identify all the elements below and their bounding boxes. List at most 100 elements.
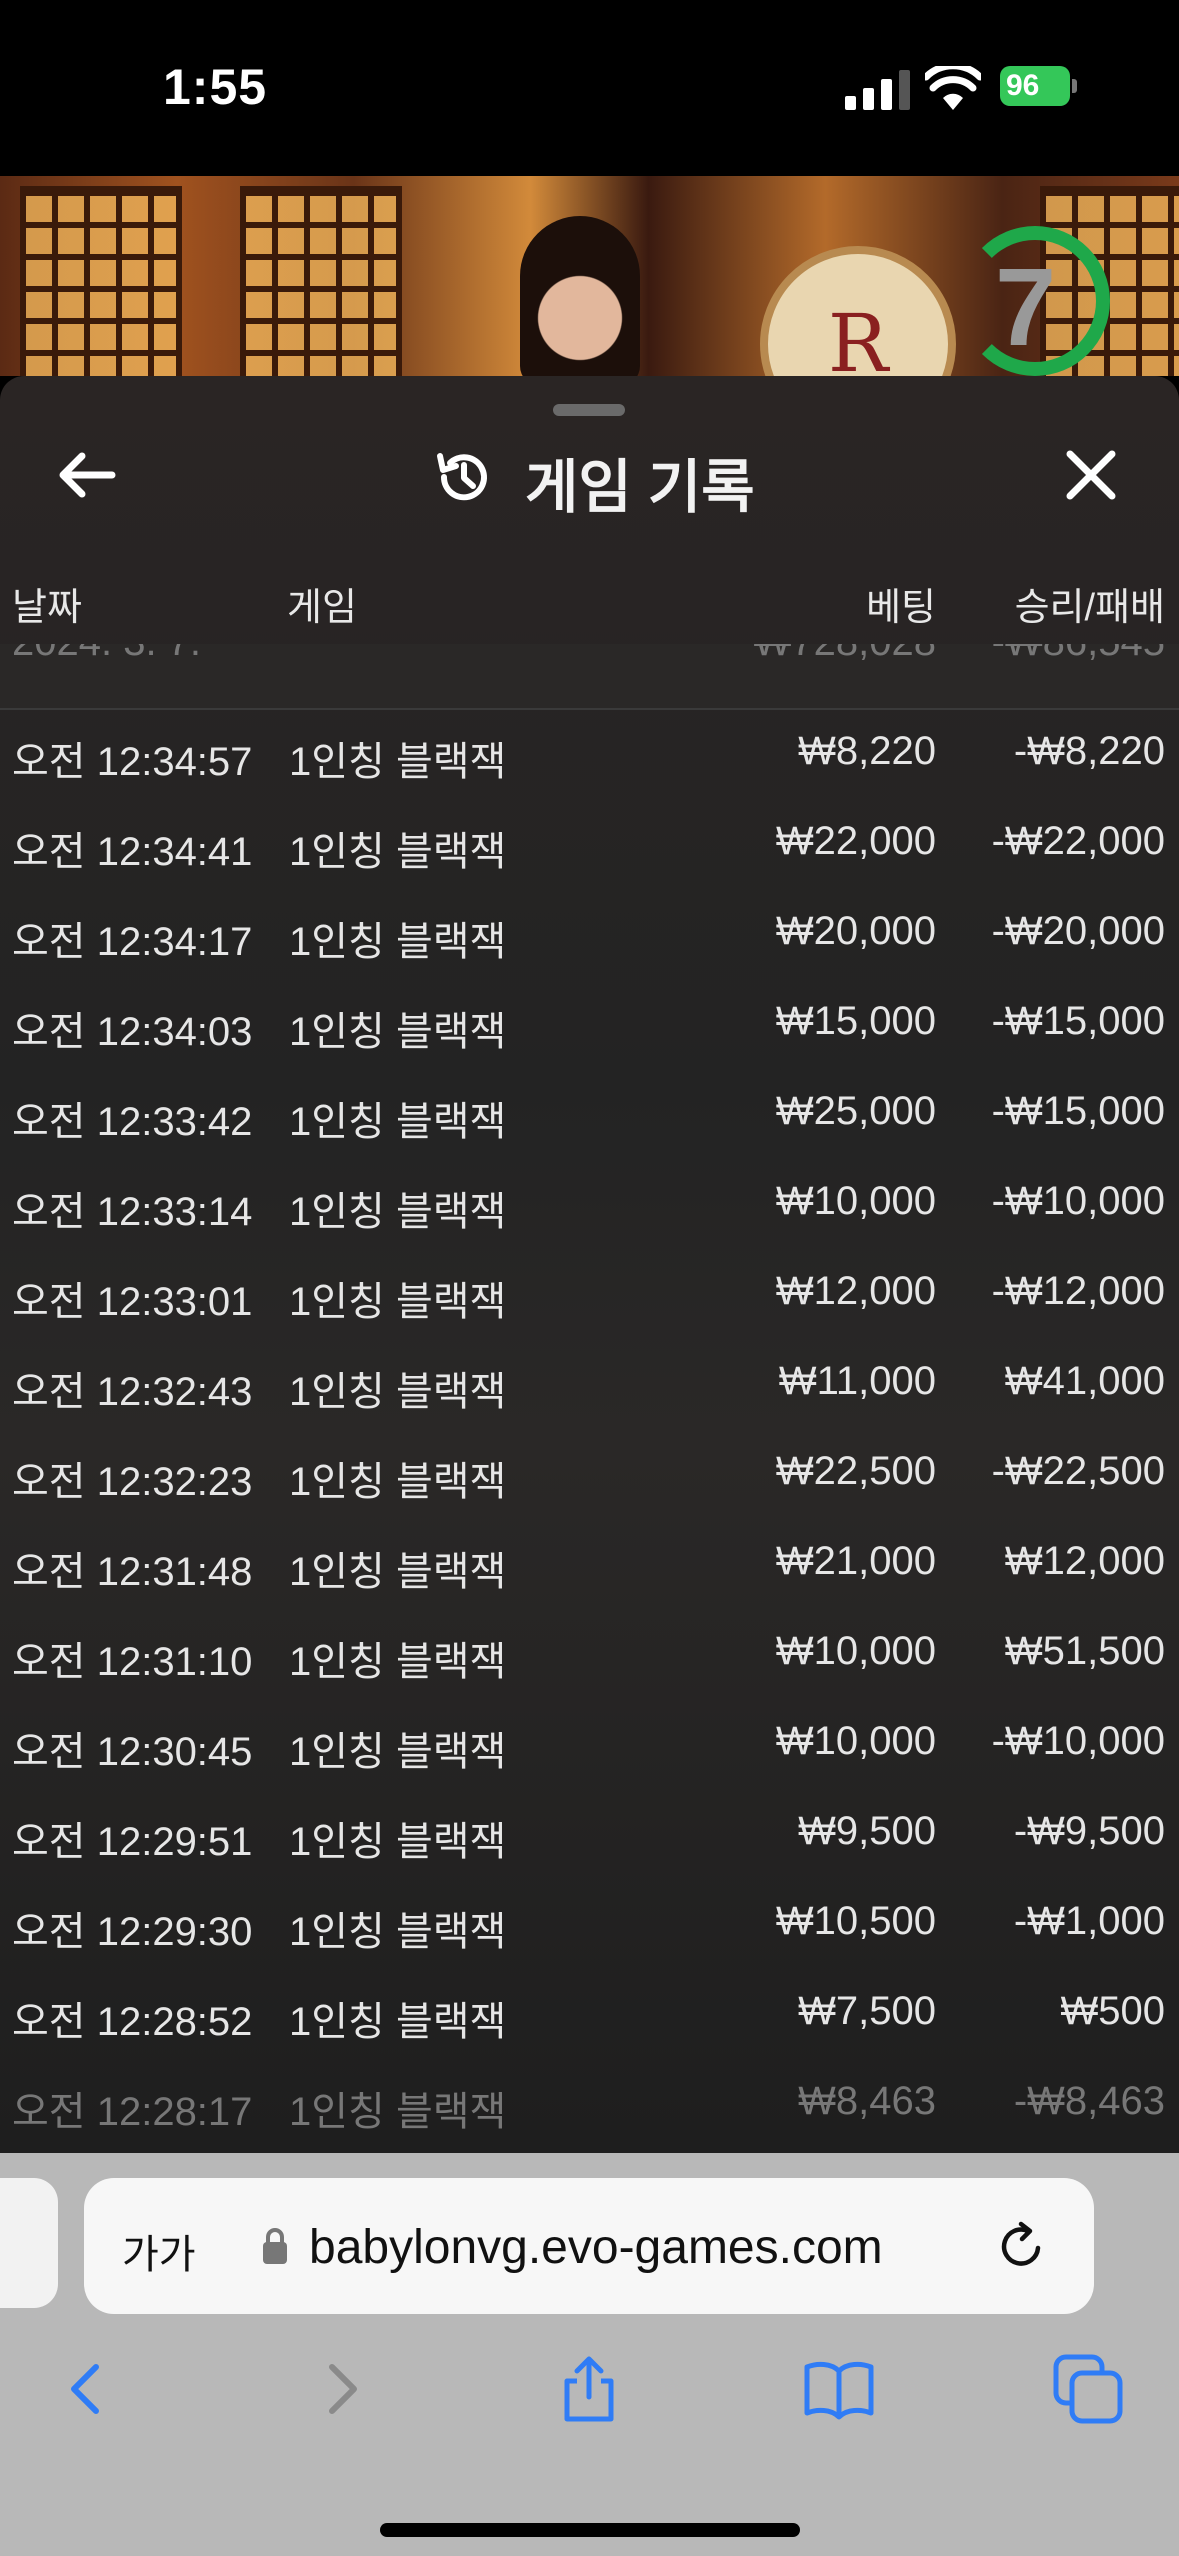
row-result: ₩51,500	[1004, 1629, 1165, 1673]
summary-result-total: -₩86,545	[992, 644, 1165, 665]
row-time: 오전 12:34:41	[12, 830, 253, 874]
table-row[interactable]: 오전 12:33:14 1인칭 블랙잭 ₩10,000 -₩10,000	[0, 1157, 1179, 1247]
row-bet: ₩22,000	[775, 819, 936, 863]
row-result: ₩12,000	[1004, 1539, 1165, 1583]
back-nav-icon[interactable]	[52, 2353, 124, 2425]
row-result: -₩10,000	[991, 1179, 1165, 1223]
table-row[interactable]: 오전 12:30:45 1인칭 블랙잭 ₩10,000 -₩10,000	[0, 1697, 1179, 1787]
table-row[interactable]: 오전 12:28:52 1인칭 블랙잭 ₩7,500 ₩500	[0, 1967, 1179, 2057]
row-game: 1인칭 블랙잭	[289, 740, 507, 784]
table-row[interactable]: 오전 12:34:03 1인칭 블랙잭 ₩15,000 -₩15,000	[0, 977, 1179, 1067]
reload-icon[interactable]	[994, 2218, 1050, 2274]
table-row[interactable]: 오전 12:34:41 1인칭 블랙잭 ₩22,000 -₩22,000	[0, 797, 1179, 887]
row-result: ₩500	[1060, 1989, 1166, 2033]
row-result: -₩9,500	[1013, 1809, 1165, 1853]
reader-settings-button[interactable]: 가가	[122, 2222, 196, 2280]
table-row[interactable]: 오전 12:32:23 1인칭 블랙잭 ₩22,500 -₩22,500	[0, 1427, 1179, 1517]
summary-bet-total: ₩728,028	[754, 644, 936, 665]
row-result: -₩10,000	[991, 1719, 1165, 1763]
table-row[interactable]: 오전 12:34:57 1인칭 블랙잭 ₩8,220 -₩8,220	[0, 707, 1179, 797]
row-time: 오전 12:31:48	[12, 1550, 253, 1594]
row-result: -₩12,000	[991, 1269, 1165, 1313]
row-game: 1인칭 블랙잭	[289, 1730, 507, 1774]
share-icon[interactable]	[553, 2353, 625, 2425]
battery-level: 96	[1000, 66, 1070, 106]
lock-icon	[263, 2228, 287, 2264]
decor-lattice	[240, 186, 402, 376]
row-result: -₩1,000	[1013, 1899, 1165, 1943]
table-row[interactable]: 오전 12:31:10 1인칭 블랙잭 ₩10,000 ₩51,500	[0, 1607, 1179, 1697]
column-header-date[interactable]: 날짜	[12, 576, 82, 631]
row-result: -₩22,000	[991, 819, 1165, 863]
table-row[interactable]: 오전 12:33:42 1인칭 블랙잭 ₩25,000 -₩15,000	[0, 1067, 1179, 1157]
status-bar: 1:55 96	[0, 0, 1179, 176]
live-video-feed[interactable]: R 7	[0, 176, 1179, 376]
row-bet: ₩12,000	[775, 1269, 936, 1313]
row-bet: ₩11,000	[778, 1359, 936, 1403]
row-result: -₩20,000	[991, 909, 1165, 953]
dealer-figure	[520, 216, 640, 376]
row-game: 1인칭 블랙잭	[289, 1910, 507, 1954]
row-time: 오전 12:29:51	[12, 1820, 253, 1864]
table-row[interactable]: 오전 12:34:17 1인칭 블랙잭 ₩20,000 -₩20,000	[0, 887, 1179, 977]
home-indicator[interactable]	[380, 2523, 800, 2537]
history-icon	[437, 453, 487, 501]
sheet-grabber[interactable]	[553, 404, 625, 416]
address-bar[interactable]: 가가 babylonvg.evo-games.com	[84, 2178, 1094, 2314]
wifi-icon	[925, 66, 981, 110]
browser-toolbar: 가가 babylonvg.evo-games.com	[0, 2153, 1179, 2556]
row-time: 오전 12:33:14	[12, 1190, 253, 1234]
table-row[interactable]: 오전 12:32:43 1인칭 블랙잭 ₩11,000 ₩41,000	[0, 1337, 1179, 1427]
row-bet: ₩10,000	[775, 1719, 936, 1763]
table-row[interactable]: 오전 12:33:01 1인칭 블랙잭 ₩12,000 -₩12,000	[0, 1247, 1179, 1337]
date-summary-row[interactable]: 2024. 3. 7. ₩728,028 -₩86,545	[0, 644, 1179, 710]
row-time: 오전 12:34:17	[12, 920, 253, 964]
row-time: 오전 12:28:52	[12, 2000, 253, 2044]
row-game: 1인칭 블랙잭	[289, 1820, 507, 1864]
table-row[interactable]: 오전 12:29:30 1인칭 블랙잭 ₩10,500 -₩1,000	[0, 1877, 1179, 1967]
row-result: -₩8,463	[1013, 2079, 1165, 2123]
table-row[interactable]: 오전 12:29:51 1인칭 블랙잭 ₩9,500 -₩9,500	[0, 1787, 1179, 1877]
row-bet: ₩22,500	[775, 1449, 936, 1493]
row-time: 오전 12:28:17	[12, 2090, 253, 2134]
row-game: 1인칭 블랙잭	[289, 1640, 507, 1684]
table-row[interactable]: 오전 12:28:17 1인칭 블랙잭 ₩8,463 -₩8,463	[0, 2057, 1179, 2147]
row-time: 오전 12:31:10	[12, 1640, 253, 1684]
row-result: -₩22,500	[991, 1449, 1165, 1493]
tabs-icon[interactable]	[1052, 2353, 1124, 2425]
row-game: 1인칭 블랙잭	[289, 920, 507, 964]
row-time: 오전 12:32:43	[12, 1370, 253, 1414]
forward-nav-icon[interactable]	[304, 2353, 376, 2425]
row-time: 오전 12:32:23	[12, 1460, 253, 1504]
row-game: 1인칭 블랙잭	[289, 1460, 507, 1504]
row-game: 1인칭 블랙잭	[289, 1550, 507, 1594]
close-icon[interactable]	[1054, 438, 1128, 512]
row-game: 1인칭 블랙잭	[289, 1190, 507, 1234]
bookmarks-icon[interactable]	[803, 2353, 875, 2425]
back-arrow-icon[interactable]	[50, 438, 124, 512]
row-game: 1인칭 블랙잭	[289, 2090, 507, 2134]
decor-lattice	[20, 186, 182, 376]
row-result: -₩8,220	[1013, 729, 1165, 773]
status-time: 1:55	[163, 59, 268, 115]
row-time: 오전 12:33:01	[12, 1280, 253, 1324]
row-game: 1인칭 블랙잭	[289, 2000, 507, 2044]
column-header-bet[interactable]: 베팅	[866, 576, 936, 631]
previous-tab-peek[interactable]	[0, 2178, 58, 2308]
row-bet: ₩9,500	[798, 1809, 936, 1853]
cellular-signal-icon	[845, 70, 910, 110]
row-time: 오전 12:30:45	[12, 1730, 253, 1774]
row-game: 1인칭 블랙잭	[289, 1010, 507, 1054]
row-bet: ₩10,000	[775, 1629, 936, 1673]
row-result: ₩41,000	[1004, 1359, 1165, 1403]
row-time: 오전 12:34:03	[12, 1010, 253, 1054]
casino-emblem: R	[760, 246, 956, 376]
row-game: 1인칭 블랙잭	[289, 1100, 507, 1144]
url-text: babylonvg.evo-games.com	[309, 2221, 883, 2274]
table-row[interactable]: 오전 12:31:48 1인칭 블랙잭 ₩21,000 ₩12,000	[0, 1517, 1179, 1607]
row-result: -₩15,000	[991, 1089, 1165, 1133]
row-game: 1인칭 블랙잭	[289, 1280, 507, 1324]
row-bet: ₩10,000	[775, 1179, 936, 1223]
column-header-result[interactable]: 승리/패배	[1015, 576, 1165, 631]
column-header-game[interactable]: 게임	[287, 576, 357, 631]
